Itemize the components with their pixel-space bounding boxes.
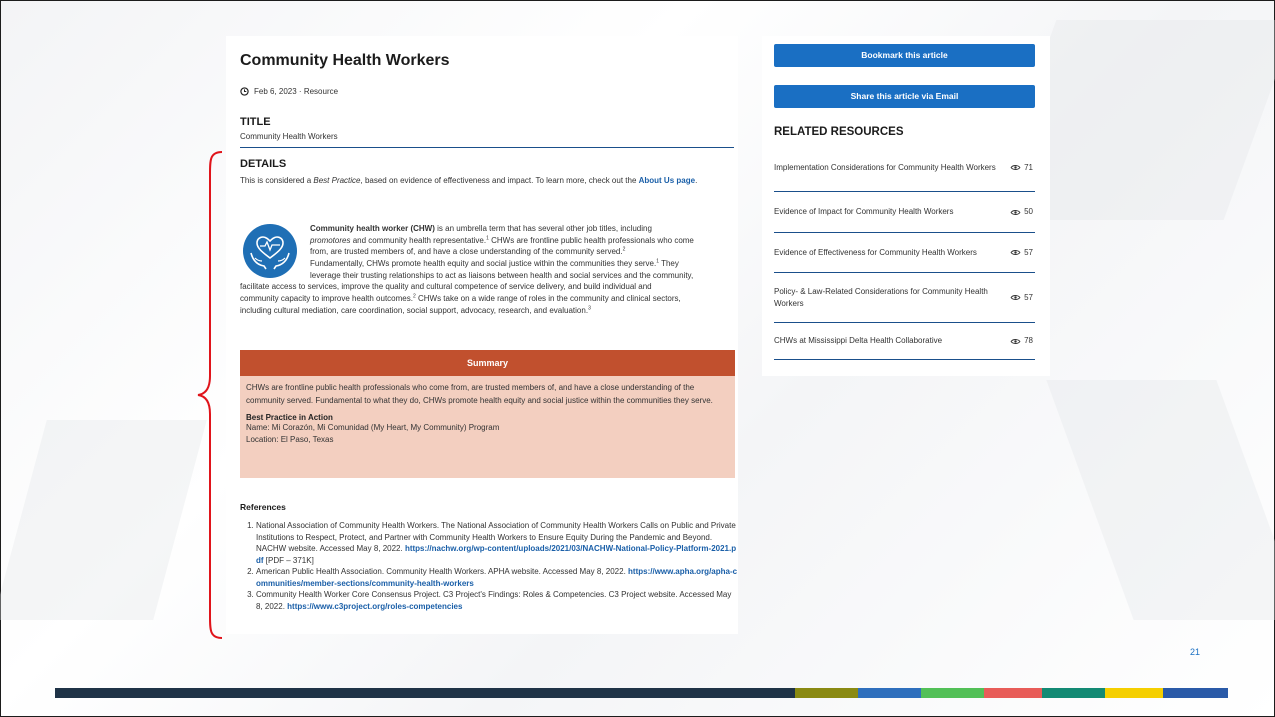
chw-text: CHWs take on a wide range of roles in th… — [415, 294, 681, 304]
view-count-value: 50 — [1024, 207, 1033, 216]
reference-text: American Public Health Association. Comm… — [256, 567, 629, 576]
chw-text: and community health representative. — [350, 235, 487, 245]
view-count: 57 — [1010, 247, 1033, 259]
share-email-button[interactable]: Share this article via Email — [774, 85, 1035, 108]
footer-color-bar — [1042, 688, 1105, 698]
details-intro-end: . — [695, 176, 698, 185]
related-item[interactable]: Implementation Considerations for Commun… — [774, 144, 1035, 192]
chw-text: Fundamentally, CHWs promote health equit… — [310, 259, 657, 269]
related-item[interactable]: CHWs at Mississippi Delta Health Collabo… — [774, 323, 1035, 360]
eye-icon — [1010, 165, 1021, 170]
related-item-title[interactable]: Implementation Considerations for Commun… — [774, 162, 1002, 174]
details-intro-text: This is considered a — [240, 176, 314, 185]
view-count-value: 57 — [1024, 292, 1033, 302]
chw-line: facilitate access to services, improve t… — [240, 281, 736, 293]
view-count-value: 71 — [1024, 162, 1033, 172]
footer-color-bar — [1105, 688, 1163, 698]
details-intro-emphasis: Best Practice — [313, 176, 361, 185]
chw-text: is an umbrella term that has several oth… — [434, 224, 652, 233]
divider — [240, 147, 734, 148]
details-intro: This is considered a Best Practice, base… — [240, 175, 730, 187]
eye-icon — [1010, 250, 1021, 255]
details-intro-text-2: , based on evidence of effectiveness and… — [360, 176, 639, 185]
best-practice-location: Location: El Paso, Texas — [246, 435, 334, 444]
related-item-title[interactable]: Policy- & Law-Related Considerations for… — [774, 286, 1002, 310]
chw-text: facilitate access to services, improve t… — [240, 282, 652, 292]
footnote-marker: 3 — [588, 305, 591, 312]
related-resources-heading: RELATED RESOURCES — [774, 126, 904, 138]
chw-text: community capacity to improve health out… — [240, 294, 413, 304]
view-count: 71 — [1010, 162, 1033, 174]
summary-heading: Summary — [240, 350, 735, 376]
details-heading: DETAILS — [240, 158, 287, 170]
article-panel: Community Health Workers Feb 6, 2023 · R… — [226, 36, 738, 634]
about-us-link[interactable]: About Us page — [639, 176, 695, 185]
related-item-title[interactable]: CHWs at Mississippi Delta Health Collabo… — [774, 335, 1002, 347]
reference-item: Community Health Worker Core Consensus P… — [256, 589, 738, 612]
summary-box: Summary CHWs are frontline public health… — [240, 350, 735, 478]
footer-color-bar — [1163, 688, 1228, 698]
related-item-title[interactable]: Evidence of Impact for Community Health … — [774, 206, 1002, 218]
summary-text: CHWs are frontline public health profess… — [246, 383, 713, 405]
page-number: 21 — [1190, 647, 1201, 657]
chw-text: CHWs are frontline public health profess… — [488, 235, 694, 245]
footer-color-bar — [858, 688, 921, 698]
title-heading: TITLE — [240, 116, 271, 128]
bookmark-button[interactable]: Bookmark this article — [774, 44, 1035, 67]
eye-icon — [1010, 338, 1021, 344]
chw-text: from, are trusted members of, and have a… — [310, 247, 623, 257]
view-count: 57 — [1010, 292, 1033, 304]
reference-item: American Public Health Association. Comm… — [256, 566, 738, 589]
footer-color-bar — [55, 688, 795, 698]
view-count: 78 — [1010, 335, 1033, 347]
view-count-value: 57 — [1024, 247, 1033, 257]
chw-line: Fundamentally, CHWs promote health equit… — [240, 258, 736, 270]
chw-line: leverage their trusting relationships to… — [240, 270, 736, 282]
related-resources-list: Implementation Considerations for Commun… — [774, 144, 1035, 360]
chw-line: promotores and community health represen… — [240, 235, 736, 247]
clock-icon — [240, 87, 249, 96]
related-item-title[interactable]: Evidence of Effectiveness for Community … — [774, 247, 1002, 259]
footer-color-bar — [795, 688, 858, 698]
meta-separator: · — [296, 87, 304, 96]
article-type: Resource — [303, 87, 339, 96]
related-item[interactable]: Policy- & Law-Related Considerations for… — [774, 273, 1035, 323]
article-title: Community Health Workers — [240, 52, 450, 69]
view-count: 50 — [1010, 206, 1033, 218]
chw-description: Community health worker (CHW) is an umbr… — [240, 223, 736, 317]
references-heading: References — [240, 502, 286, 512]
chw-term: Community health worker (CHW) — [310, 224, 435, 233]
chw-line: from, are trusted members of, and have a… — [240, 246, 736, 258]
chw-text: They — [659, 259, 679, 269]
chw-line: Community health worker (CHW) is an umbr… — [240, 223, 736, 235]
best-practice-name: Name: Mi Corazón, Mi Comunidad (My Heart… — [246, 423, 500, 432]
view-count-value: 78 — [1024, 336, 1033, 345]
best-practice-heading: Best Practice in Action — [246, 413, 333, 422]
eye-icon — [1010, 209, 1021, 215]
related-item[interactable]: Evidence of Effectiveness for Community … — [774, 233, 1035, 273]
footer-color-bar — [984, 688, 1042, 698]
references-list: National Association of Community Health… — [246, 520, 738, 612]
chw-line: including cultural mediation, care coord… — [240, 305, 736, 317]
article-date: Feb 6, 2023 — [254, 87, 297, 96]
reference-link[interactable]: https://www.c3project.org/roles-competen… — [287, 602, 462, 611]
chw-line: community capacity to improve health out… — [240, 293, 736, 305]
chw-text-emphasis: promotores — [310, 235, 351, 245]
related-item[interactable]: Evidence of Impact for Community Health … — [774, 192, 1035, 233]
eye-icon — [1010, 295, 1021, 300]
highlight-brace — [197, 151, 223, 639]
article-meta: Feb 6, 2023 · Resource — [240, 87, 338, 96]
sidebar-panel: Bookmark this article Share this article… — [762, 36, 1050, 376]
chw-text: including cultural mediation, care coord… — [240, 305, 589, 315]
footnote-marker: 2 — [622, 246, 626, 253]
title-value: Community Health Workers — [240, 132, 338, 141]
background-shape — [0, 420, 207, 620]
background-shape — [1046, 380, 1275, 620]
reference-suffix: [PDF – 371K] — [263, 555, 314, 565]
footer-color-bar — [921, 688, 984, 698]
reference-item: National Association of Community Health… — [256, 520, 738, 566]
chw-text: leverage their trusting relationships to… — [310, 270, 694, 280]
